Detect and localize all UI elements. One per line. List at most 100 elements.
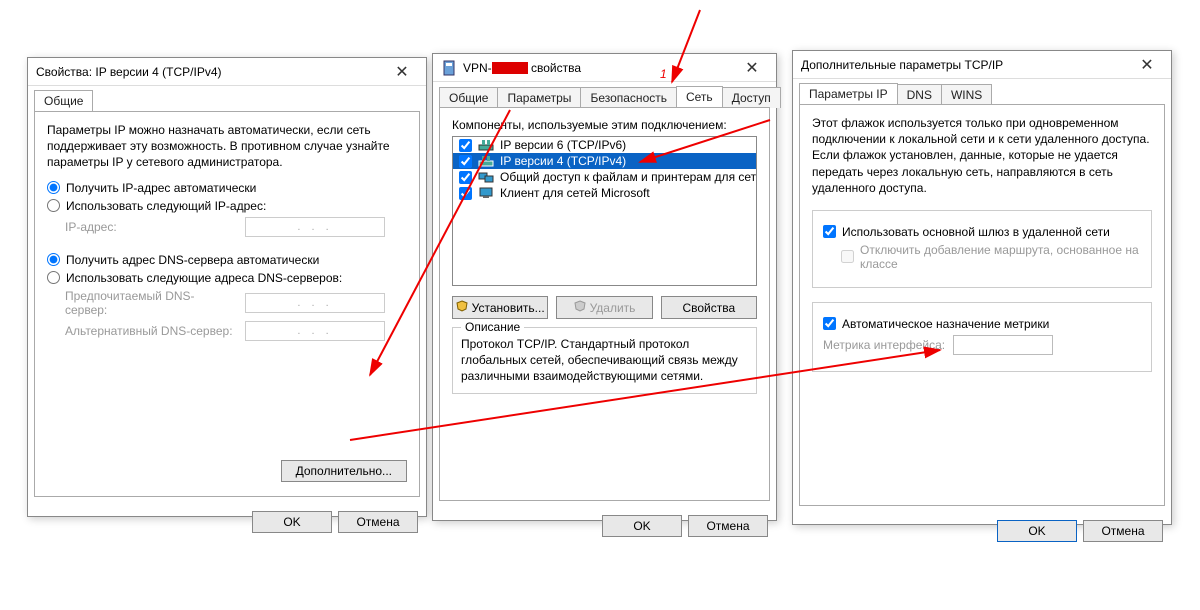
- ip-address-row: IP-адрес: . . .: [65, 217, 407, 237]
- list-item-checkbox[interactable]: [459, 187, 472, 200]
- tab-general[interactable]: Общие: [34, 90, 93, 111]
- list-item-label: Клиент для сетей Microsoft: [500, 186, 650, 200]
- close-button[interactable]: ✕: [382, 59, 422, 85]
- window-title: Дополнительные параметры TCP/IP: [801, 58, 1003, 72]
- checkbox-auto-metric-input[interactable]: [823, 317, 836, 330]
- tab-dns[interactable]: DNS: [897, 84, 942, 105]
- tabstrip: Параметры IP DNS WINS: [793, 79, 1171, 104]
- tab-access[interactable]: Доступ: [722, 87, 781, 108]
- radio-auto-ip[interactable]: Получить IP-адрес автоматически: [47, 181, 407, 195]
- component-icon: [478, 154, 494, 168]
- list-item-checkbox[interactable]: [459, 171, 472, 184]
- dns-pref-input: . . .: [245, 293, 385, 313]
- cancel-button[interactable]: Отмена: [1083, 520, 1163, 542]
- radio-auto-dns-label: Получить адрес DNS-сервера автоматически: [66, 253, 319, 267]
- radio-auto-dns[interactable]: Получить адрес DNS-сервера автоматически: [47, 253, 407, 267]
- dns-pref-label: Предпочитаемый DNS-сервер:: [65, 289, 235, 317]
- checkbox-auto-metric-label: Автоматическое назначение метрики: [842, 317, 1049, 331]
- component-icon: [478, 186, 494, 200]
- tab-panel-ip: Этот флажок используется только при одно…: [799, 104, 1165, 506]
- radio-manual-ip-input[interactable]: [47, 199, 60, 212]
- tab-general[interactable]: Общие: [439, 87, 498, 108]
- radio-auto-ip-label: Получить IP-адрес автоматически: [66, 181, 256, 195]
- radio-manual-dns-label: Использовать следующие адреса DNS-сервер…: [66, 271, 342, 285]
- list-item-label: IP версии 4 (TCP/IPv4): [500, 154, 626, 168]
- tab-security[interactable]: Безопасность: [580, 87, 677, 108]
- list-item[interactable]: Клиент для сетей Microsoft: [453, 185, 756, 201]
- dialog-vpn-properties: VPN- свойства ✕ Общие Параметры Безопасн…: [432, 53, 777, 521]
- install-button[interactable]: Установить...: [452, 296, 548, 319]
- list-item[interactable]: Общий доступ к файлам и принтерам для се…: [453, 169, 756, 185]
- metric-group: Автоматическое назначение метрики Метрик…: [812, 302, 1152, 372]
- cancel-button[interactable]: Отмена: [338, 511, 418, 533]
- tab-network[interactable]: Сеть: [676, 86, 723, 107]
- checkbox-disable-route-input: [841, 250, 854, 263]
- cancel-button[interactable]: Отмена: [688, 515, 768, 537]
- ok-button[interactable]: OK: [602, 515, 682, 537]
- ip-group: Получить IP-адрес автоматически Использо…: [47, 181, 407, 237]
- list-item[interactable]: IP версии 6 (TCP/IPv6): [453, 137, 756, 153]
- ok-button[interactable]: OK: [997, 520, 1077, 542]
- description-body: Протокол TCP/IP. Стандартный протокол гл…: [461, 336, 748, 385]
- remove-label: Удалить: [590, 301, 636, 315]
- list-item-checkbox[interactable]: [459, 139, 472, 152]
- dns-pref-row: Предпочитаемый DNS-сервер: . . .: [65, 289, 407, 317]
- shield-icon: [456, 300, 468, 315]
- dns-group: Получить адрес DNS-сервера автоматически…: [47, 253, 407, 341]
- shield-icon: [574, 300, 586, 315]
- metric-row: Метрика интерфейса:: [823, 335, 1141, 355]
- components-list[interactable]: IP версии 6 (TCP/IPv6) IP версии 4 (TCP/I…: [452, 136, 757, 286]
- ip-address-input: . . .: [245, 217, 385, 237]
- intro-text: Этот флажок используется только при одно…: [812, 115, 1152, 196]
- redacted-name: [492, 62, 528, 74]
- window-title: VPN- свойства: [463, 61, 581, 75]
- radio-manual-dns-input[interactable]: [47, 271, 60, 284]
- metric-input: [953, 335, 1053, 355]
- components-caption: Компоненты, используемые этим подключени…: [452, 118, 757, 132]
- dns-alt-row: Альтернативный DNS-сервер: . . .: [65, 321, 407, 341]
- tab-panel-network: Компоненты, используемые этим подключени…: [439, 107, 770, 501]
- tab-params[interactable]: Параметры: [497, 87, 581, 108]
- dialog-button-row: OK Отмена: [433, 507, 776, 545]
- dialog-ipv4-properties: Свойства: IP версии 4 (TCP/IPv4) ✕ Общие…: [27, 57, 427, 517]
- radio-auto-ip-input[interactable]: [47, 181, 60, 194]
- list-item-label: IP версии 6 (TCP/IPv6): [500, 138, 626, 152]
- window-title: Свойства: IP версии 4 (TCP/IPv4): [36, 65, 222, 79]
- radio-manual-dns[interactable]: Использовать следующие адреса DNS-сервер…: [47, 271, 407, 285]
- titlebar: Свойства: IP версии 4 (TCP/IPv4) ✕: [28, 58, 426, 86]
- titlebar: Дополнительные параметры TCP/IP ✕: [793, 51, 1171, 79]
- dns-alt-label: Альтернативный DNS-сервер:: [65, 324, 235, 338]
- dns-alt-input: . . .: [245, 321, 385, 341]
- checkbox-default-gateway-input[interactable]: [823, 225, 836, 238]
- metric-label: Метрика интерфейса:: [823, 338, 945, 352]
- close-button[interactable]: ✕: [732, 55, 772, 81]
- checkbox-disable-route: Отключить добавление маршрута, основанно…: [841, 243, 1141, 271]
- title-suffix: свойства: [531, 61, 581, 75]
- list-item-label: Общий доступ к файлам и принтерам для се…: [500, 170, 756, 184]
- dialog-button-row: OK Отмена: [28, 503, 426, 541]
- tab-wins[interactable]: WINS: [941, 84, 992, 105]
- ok-button[interactable]: OK: [252, 511, 332, 533]
- component-button-row: Установить... Удалить Свойства: [452, 296, 757, 319]
- list-item-checkbox[interactable]: [459, 155, 472, 168]
- tab-panel-general: Параметры IP можно назначать автоматичес…: [34, 111, 420, 497]
- radio-manual-ip[interactable]: Использовать следующий IP-адрес:: [47, 199, 407, 213]
- tabstrip: Общие: [28, 86, 426, 111]
- description-title: Описание: [461, 320, 524, 334]
- advanced-button[interactable]: Дополнительно...: [281, 460, 407, 482]
- remove-button: Удалить: [556, 296, 652, 319]
- list-item[interactable]: IP версии 4 (TCP/IPv4): [453, 153, 756, 169]
- properties-button[interactable]: Свойства: [661, 296, 757, 319]
- radio-auto-dns-input[interactable]: [47, 253, 60, 266]
- checkbox-auto-metric[interactable]: Автоматическое назначение метрики: [823, 317, 1141, 331]
- component-icon: [478, 138, 494, 152]
- title-prefix: VPN-: [463, 61, 492, 75]
- install-label: Установить...: [472, 301, 545, 315]
- checkbox-default-gateway-label: Использовать основной шлюз в удаленной с…: [842, 225, 1110, 239]
- checkbox-default-gateway[interactable]: Использовать основной шлюз в удаленной с…: [823, 225, 1141, 239]
- close-button[interactable]: ✕: [1127, 52, 1167, 78]
- gateway-group: Использовать основной шлюз в удаленной с…: [812, 210, 1152, 288]
- ip-address-label: IP-адрес:: [65, 220, 235, 234]
- radio-manual-ip-label: Использовать следующий IP-адрес:: [66, 199, 266, 213]
- tab-ip-params[interactable]: Параметры IP: [799, 83, 898, 104]
